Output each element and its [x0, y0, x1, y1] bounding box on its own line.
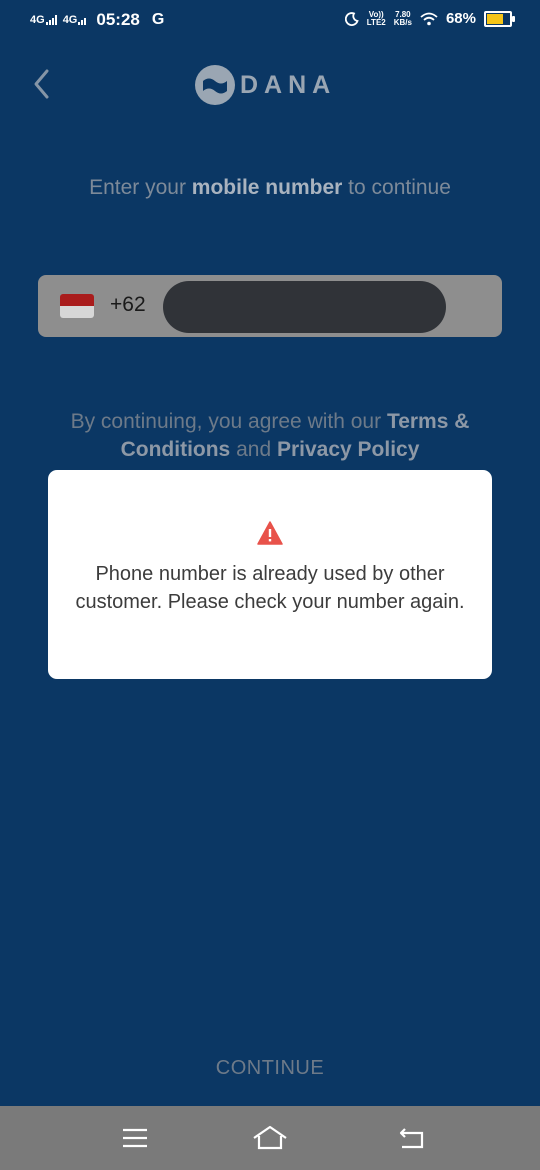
signal-2: 4G	[62, 14, 87, 26]
clock: 05:28	[96, 10, 140, 29]
phone-input-row: +62	[38, 275, 502, 337]
wifi-icon	[420, 12, 438, 25]
status-bar: 4G 4G 05:28 G Vo)) LTE2 7.80 KB/s 68%	[0, 0, 540, 44]
dana-logo-icon	[195, 65, 235, 105]
network-speed: 7.80 KB/s	[393, 10, 412, 27]
chevron-left-icon[interactable]	[28, 66, 58, 102]
prompt-bold: mobile number	[191, 176, 343, 199]
prompt-pre: Enter your	[89, 176, 192, 199]
error-message: Phone number is already used by other cu…	[75, 563, 465, 613]
navigation-bar	[0, 1106, 540, 1170]
carrier-indicator: G	[151, 11, 165, 28]
phone-number-input[interactable]	[163, 281, 446, 333]
signal-1: 4G	[30, 14, 57, 26]
home-icon[interactable]	[250, 1122, 290, 1154]
network-type-1: 4G	[30, 14, 45, 26]
privacy-link[interactable]: Privacy Policy	[277, 438, 419, 461]
network-type-2: 4G	[62, 14, 78, 26]
prompt-post: to continue	[342, 176, 451, 199]
indonesia-flag-icon[interactable]	[60, 294, 94, 318]
terms-text: By continuing, you agree with our Terms …	[40, 408, 500, 464]
terms-pre: By continuing, you agree with our	[70, 410, 387, 433]
status-right: Vo)) LTE2 7.80 KB/s 68%	[344, 10, 515, 27]
screen: 4G 4G 05:28 G Vo)) LTE2 7.80 KB/s 68% DA…	[0, 0, 540, 1170]
volte-indicator: Vo)) LTE2	[366, 10, 386, 27]
status-left: 4G 4G 05:28 G	[30, 10, 164, 30]
menu-icon[interactable]	[115, 1122, 155, 1154]
battery-icon	[484, 10, 515, 27]
signal-bars-icon	[45, 15, 57, 25]
speed-unit: KB/s	[393, 17, 412, 27]
terms-mid: and	[230, 438, 277, 461]
battery-percent: 68%	[445, 10, 476, 27]
logo-text: DANA	[240, 70, 337, 99]
login-prompt: Enter your mobile number to continue	[0, 176, 540, 200]
back-icon[interactable]	[392, 1122, 432, 1154]
dana-logo: DANA	[194, 64, 336, 106]
battery-fill	[487, 13, 504, 24]
continue-button[interactable]: CONTINUE	[0, 1057, 540, 1080]
country-code[interactable]: +62	[110, 293, 146, 317]
volte-bottom: LTE2	[366, 17, 386, 27]
moon-icon	[344, 11, 359, 26]
signal-bars-icon	[78, 15, 87, 25]
warning-icon	[257, 521, 283, 545]
